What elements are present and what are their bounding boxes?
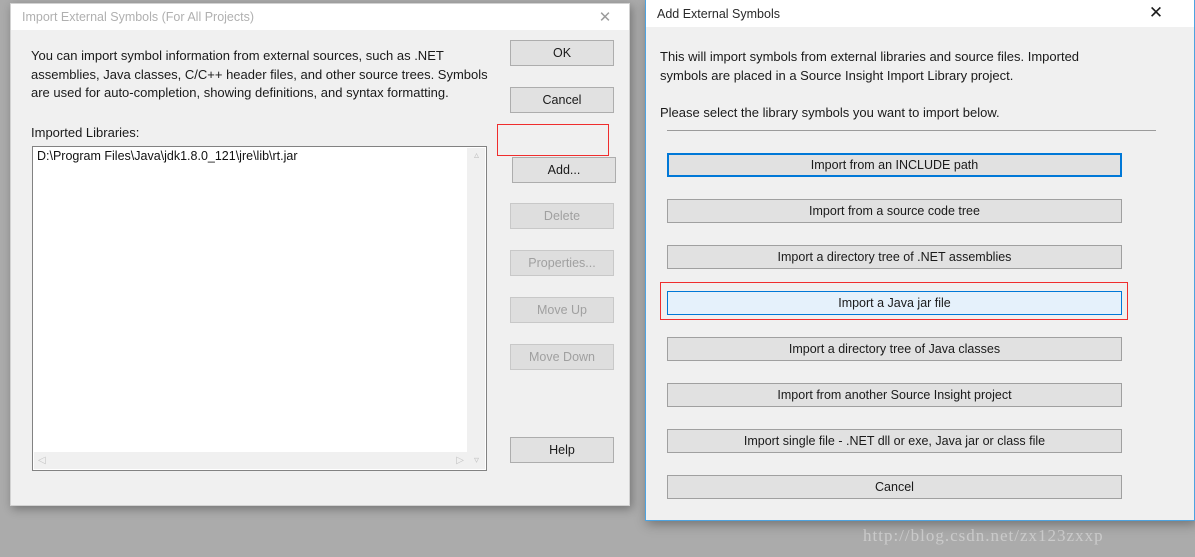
left-dialog-title: Import External Symbols (For All Project… <box>22 10 255 24</box>
intro-text: You can import symbol information from e… <box>31 48 488 100</box>
chevron-down-icon[interactable]: ▿ <box>470 453 483 469</box>
instruction-text: Please select the library symbols you wa… <box>660 105 1000 120</box>
add-external-symbols-dialog: Add External Symbols ✕ This will import … <box>645 0 1195 521</box>
import-option-dotnet-assemblies[interactable]: Import a directory tree of .NET assembli… <box>667 245 1122 269</box>
ok-button[interactable]: OK <box>510 40 614 66</box>
move-up-button: Move Up <box>510 297 614 323</box>
add-button[interactable]: Add... <box>512 157 616 183</box>
import-option-another-project[interactable]: Import from another Source Insight proje… <box>667 383 1122 407</box>
import-external-symbols-dialog: Import External Symbols (For All Project… <box>10 3 630 506</box>
import-option-java-classes-tree[interactable]: Import a directory tree of Java classes <box>667 337 1122 361</box>
close-icon[interactable]: ✕ <box>583 4 627 30</box>
left-dialog-body: You can import symbol information from e… <box>11 30 629 505</box>
import-option-java-jar-file[interactable]: Import a Java jar file <box>667 291 1122 315</box>
right-dialog-body: This will import symbols from external l… <box>646 27 1194 520</box>
description-text: This will import symbols from external l… <box>660 49 1080 83</box>
cancel-button[interactable]: Cancel <box>510 87 614 113</box>
delete-button: Delete <box>510 203 614 229</box>
imported-libraries-listbox[interactable]: D:\Program Files\Java\jdk1.8.0_121\jre\l… <box>32 146 487 471</box>
import-option-include-path[interactable]: Import from an INCLUDE path <box>667 153 1122 177</box>
chevron-up-icon[interactable]: ▵ <box>470 148 483 164</box>
right-dialog-title: Add External Symbols <box>657 6 780 21</box>
import-option-single-file[interactable]: Import single file - .NET dll or exe, Ja… <box>667 429 1122 453</box>
vertical-scrollbar[interactable]: ▵ ▿ <box>467 148 485 469</box>
divider <box>667 130 1156 131</box>
close-icon[interactable]: ✕ <box>1134 0 1178 27</box>
imported-libraries-label: Imported Libraries: <box>31 125 140 140</box>
horizontal-scrollbar[interactable]: ◁ ▷ <box>34 452 468 469</box>
left-dialog-titlebar: Import External Symbols (For All Project… <box>11 4 629 30</box>
chevron-left-icon[interactable]: ◁ <box>34 453 50 469</box>
move-down-button: Move Down <box>510 344 614 370</box>
list-item[interactable]: D:\Program Files\Java\jdk1.8.0_121\jre\l… <box>33 147 486 163</box>
watermark-text: http://blog.csdn.net/zx123zxxp <box>863 526 1104 545</box>
help-button[interactable]: Help <box>510 437 614 463</box>
properties-button: Properties... <box>510 250 614 276</box>
import-option-source-code-tree[interactable]: Import from a source code tree <box>667 199 1122 223</box>
right-dialog-titlebar: Add External Symbols ✕ <box>646 0 1194 27</box>
chevron-right-icon[interactable]: ▷ <box>452 453 468 469</box>
cancel-button[interactable]: Cancel <box>667 475 1122 499</box>
import-options-list: Import from an INCLUDE path Import from … <box>667 153 1122 521</box>
